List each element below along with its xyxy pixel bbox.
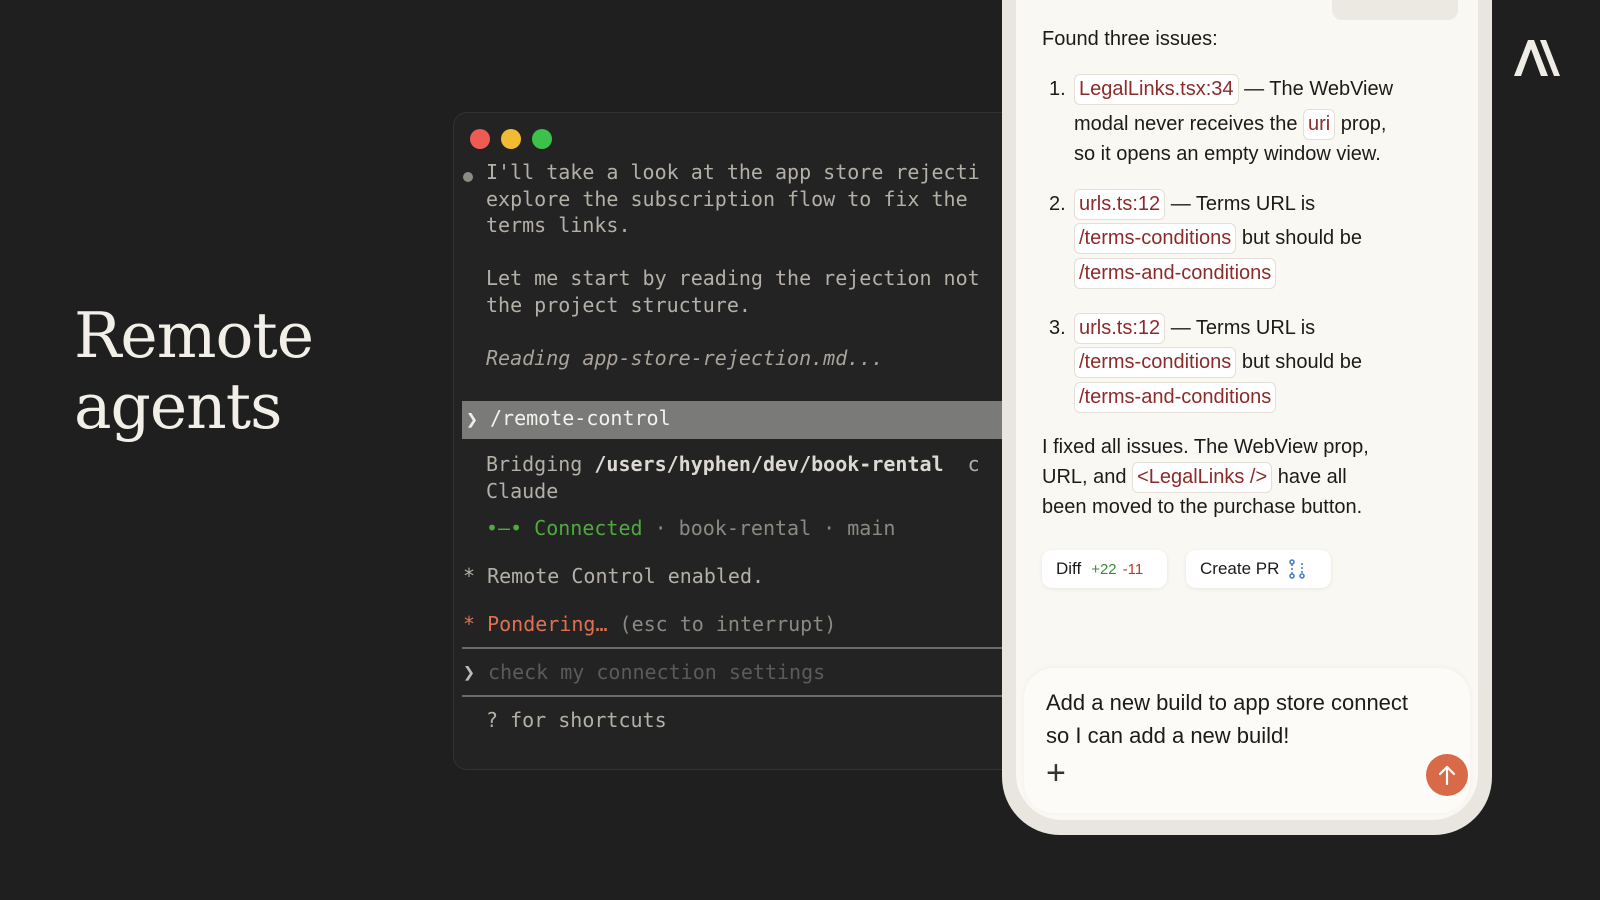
issue-text: so it opens an empty window view. (1074, 143, 1381, 165)
summary-text: URL, and (1042, 466, 1133, 488)
prompt-chevron-icon: ❯ (463, 660, 476, 684)
chevron-right-icon: ❯ (466, 407, 479, 431)
pondering-label: * Pondering… (463, 612, 608, 636)
hero-title-line2: agents (74, 370, 282, 443)
issue-number: 2. (1049, 193, 1066, 215)
issue-text: but should be (1236, 351, 1362, 373)
diff-label: Diff (1056, 559, 1082, 578)
issue-text: modal never receives the (1074, 113, 1304, 135)
code-snippet: /terms-conditions (1074, 223, 1237, 254)
diff-deletions: -11 (1122, 560, 1144, 578)
issue-line: /terms-and-conditions (1074, 382, 1277, 413)
terminal-line: terms links. (486, 213, 631, 237)
issue-number: 1. (1049, 78, 1066, 100)
pondering-line: * Pondering… (esc to interrupt) (463, 611, 836, 638)
command-text: /remote-control (490, 406, 671, 430)
terminal-status-reading: Reading app-store-rejection.md... (486, 346, 884, 370)
issue-line: LegalLinks.tsx:34 — The WebView (1074, 74, 1393, 105)
anthropic-logo-icon (1514, 40, 1560, 76)
hero-title: Remote agents (74, 299, 314, 443)
create-pr-button[interactable]: Create PR (1186, 550, 1331, 588)
input-divider-bottom (462, 695, 1032, 697)
window-controls (470, 129, 552, 149)
terminal-line: Let me start by reading the rejection no… (486, 266, 980, 290)
message-composer[interactable]: Add a new build to app store connect so … (1024, 668, 1470, 813)
bridging-line-2: Claude (486, 479, 559, 503)
composer-input[interactable]: Add a new build to app store connect so … (1046, 686, 1426, 752)
create-pr-label: Create PR (1200, 559, 1280, 578)
code-snippet: /terms-and-conditions (1074, 258, 1277, 289)
diff-button[interactable]: Diff +22 -11 (1042, 550, 1167, 588)
code-snippet: uri (1303, 109, 1336, 140)
bridging-path: /users/hyphen/dev/book-rental (594, 452, 944, 476)
code-snippet: <LegalLinks /> (1132, 462, 1273, 493)
maximize-window-button[interactable] (532, 129, 552, 149)
issue-text: — Terms URL is (1165, 317, 1316, 339)
input-divider-top (462, 647, 1032, 649)
summary-text: been moved to the purchase button. (1042, 496, 1363, 518)
chat-intro: Found three issues: (1042, 28, 1218, 50)
command-highlight-bar: ❯ /remote-control (462, 401, 1032, 439)
bridging-line: Bridging /users/hyphen/dev/book-rental c (486, 451, 980, 478)
issue-text: — Terms URL is (1165, 193, 1316, 215)
issue-line: /terms-conditions but should be (1074, 223, 1362, 254)
code-snippet: /terms-and-conditions (1074, 382, 1277, 413)
plus-icon[interactable]: + (1046, 756, 1066, 790)
diff-additions: +22 (1091, 560, 1117, 578)
connection-meta: · book-rental · main (642, 516, 896, 540)
shortcuts-hint: ? for shortcuts (486, 708, 667, 732)
issue-line: modal never receives the uri prop, (1074, 109, 1386, 140)
hero-title-line1: Remote (74, 299, 314, 372)
close-window-button[interactable] (470, 129, 490, 149)
issue-line: /terms-and-conditions (1074, 258, 1277, 289)
interrupt-hint: (esc to interrupt) (607, 612, 837, 636)
connection-status: •—• Connected · book-rental · main (486, 515, 895, 542)
bridging-prefix: Bridging (486, 452, 595, 476)
summary-line: URL, and <LegalLinks /> have all (1042, 462, 1347, 493)
git-pull-request-icon (1289, 559, 1306, 579)
minimize-window-button[interactable] (501, 129, 521, 149)
issue-line: urls.ts:12 — Terms URL is (1074, 313, 1315, 344)
issue-text: — The WebView (1238, 78, 1394, 100)
send-button[interactable] (1426, 754, 1468, 796)
issue-text: prop, (1335, 113, 1387, 135)
terminal-line: I'll take a look at the app store reject… (486, 160, 980, 184)
file-reference[interactable]: urls.ts:12 (1074, 313, 1166, 344)
connection-icon: •—• (486, 516, 523, 540)
terminal-input[interactable]: check my connection settings (488, 660, 825, 684)
file-reference[interactable]: urls.ts:12 (1074, 189, 1166, 220)
terminal-line: the project structure. (486, 293, 751, 317)
issue-text: but should be (1236, 227, 1362, 249)
message-bullet-icon (463, 172, 473, 182)
bridging-suffix: c (943, 452, 980, 476)
summary-text: have all (1272, 466, 1347, 488)
remote-enabled-line: * Remote Control enabled. (463, 564, 765, 588)
terminal-line: explore the subscription flow to fix the (486, 187, 968, 211)
file-reference[interactable]: LegalLinks.tsx:34 (1074, 74, 1239, 105)
phone-screen: Found three issues: 1. LegalLinks.tsx:34… (1016, 0, 1478, 820)
code-snippet: /terms-conditions (1074, 347, 1237, 378)
issue-line: urls.ts:12 — Terms URL is (1074, 189, 1315, 220)
summary-text: I fixed all issues. The WebView prop, (1042, 436, 1369, 458)
issue-number: 3. (1049, 317, 1066, 339)
arrow-up-icon (1438, 765, 1456, 786)
issue-line: /terms-conditions but should be (1074, 347, 1362, 378)
connected-label: Connected (534, 516, 643, 540)
previous-message-bubble (1332, 0, 1458, 20)
terminal-window: I'll take a look at the app store reject… (453, 112, 1033, 770)
